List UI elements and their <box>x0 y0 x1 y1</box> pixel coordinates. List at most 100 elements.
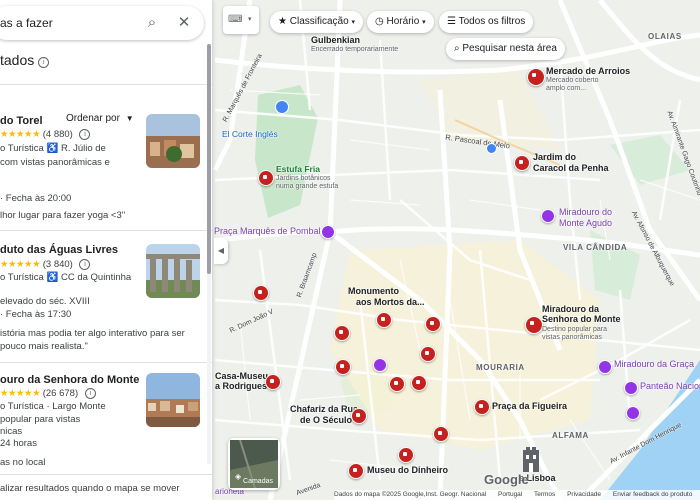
map-label-jardim-caracol-2[interactable]: Caracol da Penha <box>533 163 609 174</box>
info-icon[interactable]: i <box>79 259 91 270</box>
pin-generic-7[interactable] <box>433 426 449 442</box>
result-review: lhor lugar para fazer yoga <3" <box>0 210 126 221</box>
pin-purple-2[interactable] <box>626 406 640 420</box>
pin-panteao[interactable] <box>624 381 638 395</box>
footer-privacy[interactable]: Privacidade <box>567 491 601 498</box>
pin-jardim-caracol[interactable] <box>514 155 530 171</box>
stars-icon: ★★★★★ <box>0 388 41 399</box>
map-label-estufa-fria[interactable]: Estufa Fria <box>276 164 320 174</box>
result-reviews: (26 678) <box>42 388 79 399</box>
chip-todos-filtros[interactable]: ☰ Todos os filtros <box>439 11 534 33</box>
map-label-monumento-1[interactable]: Monumento <box>348 286 399 297</box>
pin-generic-2[interactable] <box>425 316 441 332</box>
map-label-mercado-sub2: amplo com... <box>546 85 587 92</box>
result-photo[interactable] <box>146 114 200 168</box>
chevron-down-icon: ▾ <box>248 16 252 23</box>
map-label-chafariz-2[interactable]: de O Século <box>300 415 352 426</box>
keyboard-toggle[interactable]: ⌨ ▾ <box>223 6 259 34</box>
pin-generic-3[interactable] <box>335 359 351 375</box>
pin-chafariz[interactable] <box>351 408 367 424</box>
result-category: o Turística ♿ R. Júlio de <box>0 143 106 154</box>
search-input[interactable]: as a fazer <box>0 16 53 30</box>
map-label-praca-figueira[interactable]: Praça da Figueira <box>492 401 567 412</box>
pin-miradouro-monte-agudo[interactable] <box>541 209 555 223</box>
map-label-miradouro-agudo-2[interactable]: Monte Agudo <box>559 218 612 229</box>
footer-attribution: Dados do mapa ©2025 Google,Inst. Geogr. … <box>334 491 487 498</box>
map-label-chafariz-1[interactable]: Chafariz da Rua <box>290 404 358 415</box>
result-name[interactable]: ouro da Senhora do Monte <box>0 374 139 386</box>
metro-pin[interactable] <box>486 143 497 154</box>
pin-estufa-fria[interactable] <box>258 170 274 186</box>
footer-feedback[interactable]: Enviar feedback do produto <box>613 491 693 498</box>
footer-terms[interactable]: Termos <box>534 491 555 498</box>
pin-generic-1[interactable] <box>334 325 350 341</box>
result-name[interactable]: duto das Águas Livres <box>0 244 118 256</box>
map-label-mercado-arroios[interactable]: Mercado de Arroios <box>546 66 630 77</box>
result-review-2: pouco mais realista." <box>0 341 88 352</box>
map-label-jardim-caracol-1[interactable]: Jardim do <box>533 152 576 163</box>
divider <box>0 84 212 85</box>
map-label-panteao[interactable]: Panteão Naciona <box>640 381 700 392</box>
wheelchair-icon: ♿ <box>46 272 59 283</box>
info-icon[interactable]: i <box>38 57 50 68</box>
pin-casa-museu[interactable] <box>265 374 281 390</box>
collapse-panel-button[interactable]: ◀ <box>214 238 228 264</box>
address-text: R. Júlio de <box>60 143 106 154</box>
update-on-move-text[interactable]: alizar resultados quando o mapa se mover <box>0 483 180 494</box>
shopping-pin-corte-ingles[interactable] <box>275 100 289 114</box>
pin-miradouro-senhora[interactable] <box>525 316 543 334</box>
pin-generic-4[interactable] <box>420 346 436 362</box>
result-card[interactable]: duto das Águas Livres ★★★★★ (3 840) i o … <box>0 232 212 362</box>
search-icon[interactable]: ⌕ <box>144 15 160 31</box>
map-label-miradouro-agudo-1[interactable]: Miradouro do <box>559 207 612 218</box>
pin-generic-8[interactable] <box>398 447 414 463</box>
pin-generic-5[interactable] <box>389 376 405 392</box>
pegman-icon[interactable] <box>519 446 543 474</box>
scrollbar-thumb[interactable] <box>207 44 211 274</box>
map-label-miradouro-senhora-2[interactable]: Senhora do Monte <box>542 314 621 325</box>
search-this-area-button[interactable]: ⌕ Pesquisar nesta área <box>446 38 565 60</box>
chip-classificacao[interactable]: ★ Classificação ▾ <box>270 11 363 33</box>
footer-region[interactable]: Portugal <box>498 491 522 498</box>
info-icon[interactable]: i <box>79 129 91 140</box>
result-name[interactable]: do Torel <box>0 115 43 127</box>
map-label-corte-ingles[interactable]: El Corte Inglés <box>222 129 278 139</box>
map-label-gulbenkian[interactable]: Gulbenkian <box>311 35 360 46</box>
pin-generic-6[interactable] <box>411 375 427 391</box>
map-label-estufa-sub1: Jardins botânicos <box>276 175 331 182</box>
result-card[interactable]: do Torel ★★★★★ (4 880) i o Turística ♿ R… <box>0 100 212 230</box>
result-card[interactable]: ouro da Senhora do Monte ★★★★★ (26 678) … <box>0 364 212 474</box>
map-label-monumento-2[interactable]: aos Mortos da... <box>356 297 425 308</box>
chevron-down-icon: ▾ <box>351 19 355 26</box>
pin-miradouro-graca[interactable] <box>598 360 612 374</box>
district-olaias: OLAIAS <box>648 32 682 41</box>
map-label-miradouro-graca[interactable]: Miradouro da Graça <box>614 359 694 370</box>
keyboard-icon: ⌨ <box>228 14 243 25</box>
result-extra: as no local <box>0 457 46 468</box>
chip-horario[interactable]: ◷ Horário ▾ <box>367 11 434 33</box>
pin-monumento[interactable] <box>376 312 392 328</box>
map-label-senhora-sub1: Destino popular para <box>542 326 607 333</box>
pin-mercado-arroios[interactable] <box>527 68 545 86</box>
pin-museu-dinheiro[interactable] <box>348 463 364 479</box>
results-panel: as a fazer ⌕ ✕ tados i Ordenar por ▼ do T… <box>0 0 212 500</box>
map-label-praca-pombal[interactable]: Praça Marquês de Pombal <box>214 226 321 237</box>
pin-purple-1[interactable] <box>373 358 387 372</box>
result-photo[interactable] <box>146 244 200 298</box>
info-icon[interactable]: i <box>84 388 96 399</box>
pin-praca-pombal[interactable] <box>321 225 335 239</box>
result-rating: ★★★★★ (26 678) i <box>0 388 96 399</box>
category-text: o Turística <box>0 272 44 283</box>
result-category: o Turística ♿ CC da Quintinha <box>0 272 131 283</box>
map-label-museu-dinheiro[interactable]: Museu do Dinheiro <box>367 465 448 476</box>
close-icon[interactable]: ✕ <box>176 15 192 31</box>
map-label-casa-museu-2[interactable]: a Rodrigues <box>215 381 267 392</box>
map-label-gulbenkian-sub: Encerrado temporariamente <box>311 46 399 53</box>
layers-button[interactable]: ◈ Camadas <box>228 438 280 490</box>
pin-praca-figueira[interactable] <box>474 399 490 415</box>
search-box[interactable]: as a fazer ⌕ ✕ <box>0 6 204 40</box>
district-vila-candida: VILA CÂNDIDA <box>563 243 628 252</box>
result-photo[interactable] <box>146 373 200 427</box>
pin-museum-1[interactable] <box>253 285 269 301</box>
divider <box>0 230 212 231</box>
